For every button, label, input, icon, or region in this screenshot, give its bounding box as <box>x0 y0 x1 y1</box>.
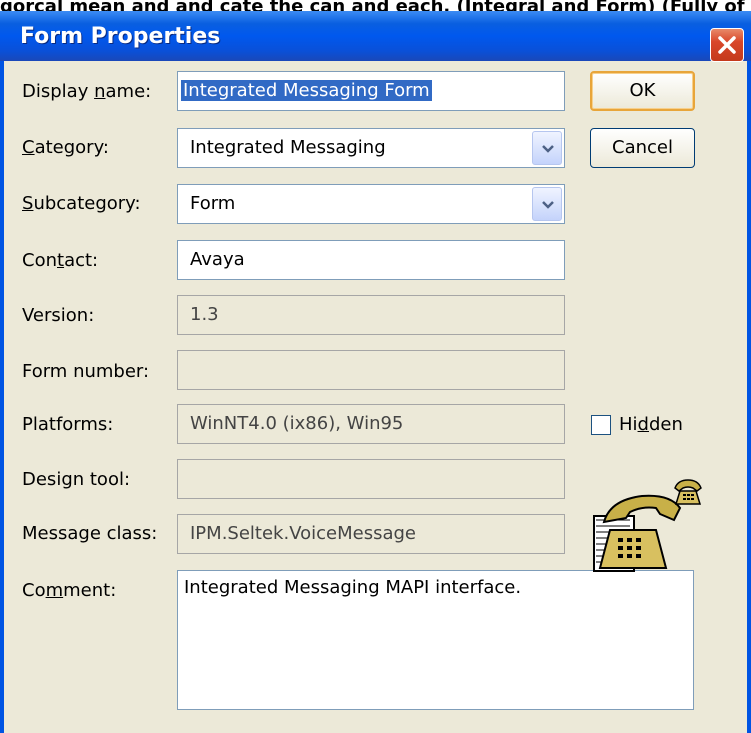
message-class-label: Message class: <box>22 523 158 544</box>
category-label: Category: <box>22 137 109 158</box>
hidden-checkbox-label[interactable]: Hidden <box>619 414 683 435</box>
comment-label: Comment: <box>22 580 117 601</box>
comment-textarea[interactable]: Integrated Messaging MAPI interface. <box>177 570 694 710</box>
close-button[interactable] <box>710 28 744 62</box>
title-bar[interactable]: Form Properties <box>0 11 751 62</box>
close-icon <box>718 36 736 54</box>
message-class-field: IPM.Seltek.VoiceMessage <box>177 514 565 554</box>
display-name-value: Integrated Messaging Form <box>181 80 432 101</box>
platforms-field: WinNT4.0 (ix86), Win95 <box>177 404 565 444</box>
subcategory-value: Form <box>190 193 236 214</box>
display-name-input[interactable]: Integrated Messaging Form <box>177 71 565 111</box>
contact-input[interactable]: Avaya <box>177 240 565 280</box>
subcategory-dropdown-button[interactable] <box>532 187 562 221</box>
window-title: Form Properties <box>20 24 221 49</box>
platforms-label: Platforms: <box>22 414 114 435</box>
telephone-small-icon <box>674 479 702 505</box>
form-number-label: Form number: <box>22 361 150 382</box>
display-name-label: Display name: <box>22 81 152 102</box>
category-select[interactable]: Integrated Messaging <box>177 128 565 168</box>
hidden-checkbox[interactable] <box>591 415 611 435</box>
category-value: Integrated Messaging <box>190 137 386 158</box>
contact-label: Contact: <box>22 250 99 271</box>
subcategory-select[interactable]: Form <box>177 184 565 224</box>
version-label: Version: <box>22 305 95 326</box>
subcategory-label: Subcategory: <box>22 193 141 214</box>
chevron-down-icon <box>542 145 554 153</box>
chevron-down-icon <box>542 201 554 209</box>
version-field: 1.3 <box>177 295 565 335</box>
category-dropdown-button[interactable] <box>532 131 562 165</box>
design-tool-field <box>177 459 565 499</box>
ok-button[interactable]: OK <box>590 71 695 111</box>
design-tool-label: Design tool: <box>22 469 131 490</box>
cancel-button[interactable]: Cancel <box>590 128 695 168</box>
form-number-field <box>177 350 565 390</box>
